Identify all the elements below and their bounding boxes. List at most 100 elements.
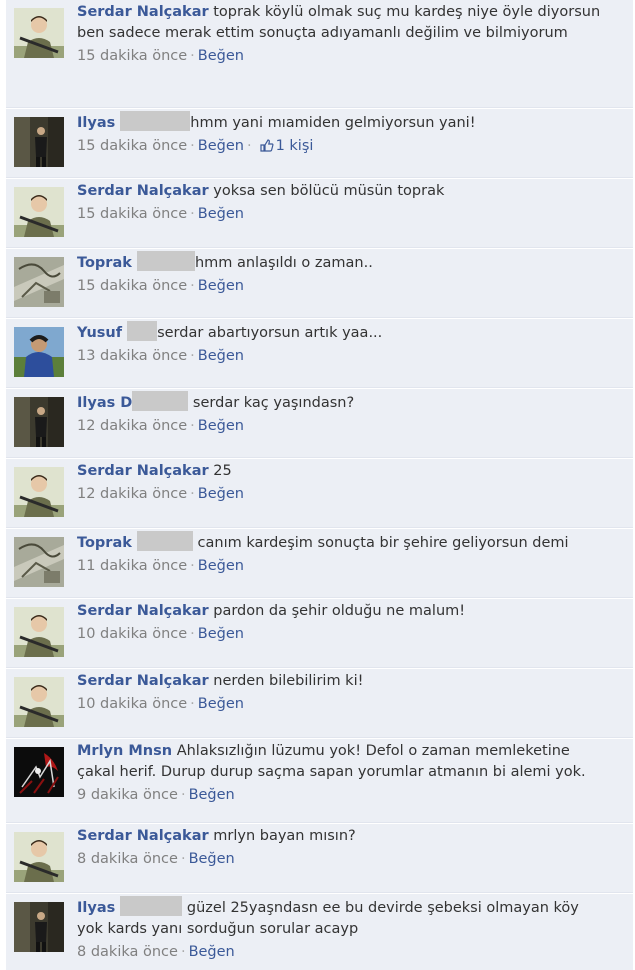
separator: · — [190, 48, 195, 64]
comment-author[interactable]: Ilyas — [77, 115, 120, 131]
separator: · — [190, 206, 195, 222]
comment-author[interactable]: Ilyas — [77, 900, 120, 916]
comment: Mrlyn Mnsn Ahlaksızlığın lüzumu yok! Def… — [6, 739, 633, 823]
comment-meta: 9 dakika önce · Beğen — [77, 785, 605, 806]
separator: · — [190, 278, 195, 294]
comment-time[interactable]: 15 dakika önce — [77, 206, 187, 222]
comment-meta: 10 dakika önce · Beğen — [77, 624, 605, 645]
comment-author[interactable]: Serdar Nalçakar — [77, 603, 209, 619]
comment: Serdar Nalçakar yoksa sen bölücü müsün t… — [6, 179, 633, 248]
comment-meta: 12 dakika önce · Beğen — [77, 416, 605, 437]
avatar[interactable] — [14, 832, 64, 882]
comment-time[interactable]: 12 dakika önce — [77, 418, 187, 434]
comment-meta: 8 dakika önce · Beğen — [77, 849, 605, 870]
comment-text: serdar kaç yaşındasn? — [188, 395, 355, 411]
comment: Serdar Nalçakar pardon da şehir olduğu n… — [6, 599, 633, 668]
avatar[interactable] — [14, 607, 64, 657]
comment: Yusuf serdar abartıyorsun artık yaa... 1… — [6, 319, 633, 388]
avatar[interactable] — [14, 8, 64, 58]
redaction-box — [120, 111, 191, 131]
separator: · — [190, 138, 195, 154]
comment-meta: 15 dakika önce · Beğen · 1 kişi — [77, 136, 605, 159]
comment-meta: 13 dakika önce · Beğen — [77, 346, 605, 367]
comment: Serdar Nalçakar 25 12 dakika önce · Beğen — [6, 459, 633, 528]
comment-author[interactable]: Yusuf — [77, 325, 127, 341]
comment-time[interactable]: 10 dakika önce — [77, 696, 187, 712]
comment-author[interactable]: Serdar Nalçakar — [77, 463, 209, 479]
comment-text: serdar abartıyorsun artık yaa... — [157, 325, 383, 341]
comment-author[interactable]: Ilyas D — [77, 395, 132, 411]
comment-time[interactable]: 11 dakika önce — [77, 558, 187, 574]
comment: Serdar Nalçakar nerden bilebilirim ki! 1… — [6, 669, 633, 738]
avatar[interactable] — [14, 187, 64, 237]
like-link[interactable]: Beğen — [198, 206, 244, 222]
comment-feed: Serdar Nalçakar toprak köylü olmak suç m… — [0, 0, 635, 970]
avatar[interactable] — [14, 257, 64, 307]
comment-text: 25 — [208, 463, 232, 479]
comment-author[interactable]: Serdar Nalçakar — [77, 673, 209, 689]
comment: Serdar Nalçakar mrlyn bayan mısın? 8 dak… — [6, 824, 633, 893]
comment-text: hmm yani mıamiden gelmiyorsun yani! — [190, 115, 476, 131]
comment-meta: 15 dakika önce · Beğen — [77, 204, 605, 225]
comment-author[interactable]: Toprak — [77, 255, 137, 271]
comment-meta: 10 dakika önce · Beğen — [77, 694, 605, 715]
comment-meta: 15 dakika önce · Beğen — [77, 46, 605, 67]
like-link[interactable]: Beğen — [189, 787, 235, 803]
comment-time[interactable]: 15 dakika önce — [77, 278, 187, 294]
comment-time[interactable]: 8 dakika önce — [77, 944, 178, 960]
avatar[interactable] — [14, 327, 64, 377]
comment-author[interactable]: Serdar Nalçakar — [77, 828, 209, 844]
comment-text: pardon da şehir olduğu ne malum! — [208, 603, 466, 619]
comment-time[interactable]: 12 dakika önce — [77, 486, 187, 502]
comment: Ilyas D serdar kaç yaşındasn? 12 dakika … — [6, 389, 633, 458]
comment-meta: 11 dakika önce · Beğen — [77, 556, 605, 577]
avatar[interactable] — [14, 747, 64, 797]
comment-time[interactable]: 9 dakika önce — [77, 787, 178, 803]
like-link[interactable]: Beğen — [198, 696, 244, 712]
comment-time[interactable]: 13 dakika önce — [77, 348, 187, 364]
comment-text: nerden bilebilirim ki! — [208, 673, 364, 689]
comment-author[interactable]: Serdar Nalçakar — [77, 4, 209, 20]
redaction-box — [132, 391, 189, 411]
redaction-box — [120, 896, 183, 916]
separator: · — [190, 486, 195, 502]
like-link[interactable]: Beğen — [198, 486, 244, 502]
avatar[interactable] — [14, 467, 64, 517]
comment-text: yoksa sen bölücü müsün toprak — [208, 183, 445, 199]
avatar[interactable] — [14, 537, 64, 587]
redaction-box — [136, 251, 195, 271]
avatar[interactable] — [14, 677, 64, 727]
comment: Ilyas güzel 25yaşndasn ee bu devirde şeb… — [6, 894, 633, 970]
separator: · — [190, 626, 195, 642]
like-link[interactable]: Beğen — [198, 558, 244, 574]
separator: · — [180, 851, 186, 867]
comment-time[interactable]: 8 dakika önce — [77, 851, 178, 867]
like-link[interactable]: Beğen — [198, 626, 244, 642]
redaction-box — [136, 531, 193, 551]
comment: Ilyas hmm yani mıamiden gelmiyorsun yani… — [6, 109, 633, 178]
comment-meta: 8 dakika önce · Beğen — [77, 942, 605, 963]
like-link[interactable]: Beğen — [198, 348, 244, 364]
avatar[interactable] — [14, 902, 64, 952]
separator: · — [246, 138, 252, 154]
comment-author[interactable]: Mrlyn Mnsn — [77, 743, 172, 759]
avatar[interactable] — [14, 397, 64, 447]
comment-text: canım kardeşim sonuçta bir şehire geliyo… — [192, 535, 569, 551]
comment-meta: 15 dakika önce · Beğen — [77, 276, 605, 297]
avatar[interactable] — [14, 117, 64, 167]
comment-author[interactable]: Serdar Nalçakar — [77, 183, 209, 199]
comment-time[interactable]: 15 dakika önce — [77, 48, 187, 64]
like-link[interactable]: Beğen — [189, 944, 235, 960]
comment-time[interactable]: 15 dakika önce — [77, 138, 187, 154]
comment-author[interactable]: Toprak — [77, 535, 137, 551]
like-link[interactable]: Beğen — [198, 418, 244, 434]
likes-count[interactable]: 1 kişi — [276, 138, 314, 154]
separator: · — [190, 558, 195, 574]
like-link[interactable]: Beğen — [198, 48, 244, 64]
separator: · — [190, 418, 195, 434]
like-link[interactable]: Beğen — [189, 851, 235, 867]
comment-time[interactable]: 10 dakika önce — [77, 626, 187, 642]
like-link[interactable]: Beğen — [198, 138, 244, 154]
separator: · — [190, 348, 195, 364]
like-link[interactable]: Beğen — [198, 278, 244, 294]
